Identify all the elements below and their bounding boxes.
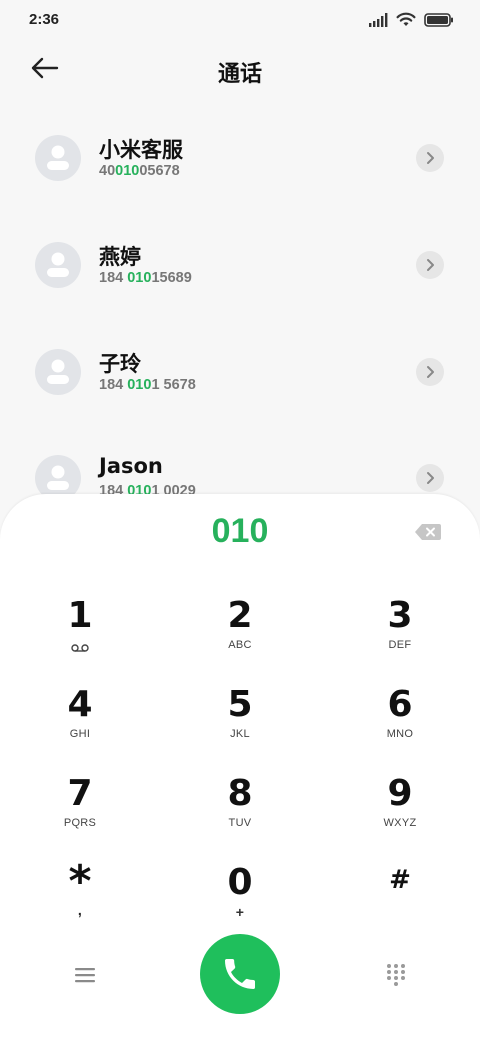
key-8[interactable]: 8 TUV [180,772,300,856]
person-icon [47,252,69,277]
key-digit: 4 [67,684,93,725]
contact-detail-button[interactable] [416,464,444,492]
call-button[interactable] [200,934,280,1014]
menu-button[interactable] [72,964,98,986]
chevron-right-icon [427,366,434,378]
key-letters: PQRS [63,817,97,829]
status-bar: 2:36 [0,0,480,40]
key-digit: 2 [227,595,253,636]
contact-name: Jason [99,454,163,478]
avatar [35,349,81,395]
dialpad-bottom-bar [0,934,480,1024]
dialpad-toggle-button[interactable] [384,962,408,988]
avatar [35,242,81,288]
contact-name: 小米客服 [99,138,183,162]
list-item[interactable]: 燕婷 184 01015689 [0,217,480,313]
wifi-icon [396,12,416,26]
key-digit: * [68,856,92,907]
key-letters: MNO [386,728,414,740]
key-letters: DEF [388,639,412,651]
status-time: 2:36 [29,11,60,28]
match-highlight: 010 [115,163,140,179]
key-6[interactable]: 6 MNO [340,683,460,767]
key-digit: 8 [227,773,253,814]
dialed-number: 010 [211,512,269,550]
key-letters: ABC [228,639,252,651]
backspace-icon [415,524,441,540]
page-title: 通话 [217,62,262,87]
dialpad-panel: 010 1 2 ABC 3 DEF 4 GHI 5 JKL 6 MNO 7 PQ… [0,494,480,1040]
contact-name: 燕婷 [99,245,141,269]
chevron-right-icon [427,152,434,164]
person-icon [47,145,69,170]
list-item[interactable]: 子玲 184 0101 5678 [0,324,480,420]
contact-number: 184 0101 5678 [99,377,196,393]
key-0[interactable]: 0 + [180,861,300,945]
key-star[interactable]: * , [20,859,140,943]
menu-icon [75,968,95,983]
key-letters: JKL [230,728,250,740]
phone-icon [225,959,255,989]
key-digit: 6 [387,684,413,725]
person-icon [47,359,69,384]
key-letters: WXYZ [383,817,417,829]
dialpad-grid-icon [387,964,405,986]
match-highlight: 010 [127,270,152,286]
match-highlight: 010 [127,377,152,393]
avatar [35,135,81,181]
contact-name: 子玲 [99,352,141,376]
key-2[interactable]: 2 ABC [180,594,300,678]
chevron-right-icon [427,472,434,484]
key-digit: 1 [67,595,93,636]
header: 通话 [0,44,480,94]
key-hash[interactable]: # [340,860,460,944]
battery-icon [424,12,453,27]
key-digit: 0 [227,862,253,903]
key-letters: GHI [69,728,91,740]
key-letters: + [235,904,245,920]
key-letters: TUV [228,817,252,829]
key-letters: , [77,902,83,918]
backspace-button[interactable] [414,523,442,541]
key-digit: # [389,865,411,895]
key-4[interactable]: 4 GHI [20,683,140,767]
voicemail-icon [20,638,140,652]
key-digit: 3 [387,595,413,636]
key-5[interactable]: 5 JKL [180,683,300,767]
contact-detail-button[interactable] [416,358,444,386]
contact-number: 184 01015689 [99,270,192,286]
key-digit: 7 [67,773,93,814]
key-1[interactable]: 1 [20,594,140,678]
status-icons [368,12,454,27]
key-3[interactable]: 3 DEF [340,594,460,678]
contact-detail-button[interactable] [416,251,444,279]
list-item[interactable]: 小米客服 4001005678 [0,110,480,206]
contact-detail-button[interactable] [416,144,444,172]
key-7[interactable]: 7 PQRS [20,772,140,856]
key-digit: 5 [227,684,253,725]
chevron-right-icon [427,259,434,271]
signal-icon [369,12,388,27]
key-9[interactable]: 9 WXYZ [340,772,460,856]
key-digit: 9 [387,773,413,814]
contact-number: 4001005678 [99,163,180,179]
